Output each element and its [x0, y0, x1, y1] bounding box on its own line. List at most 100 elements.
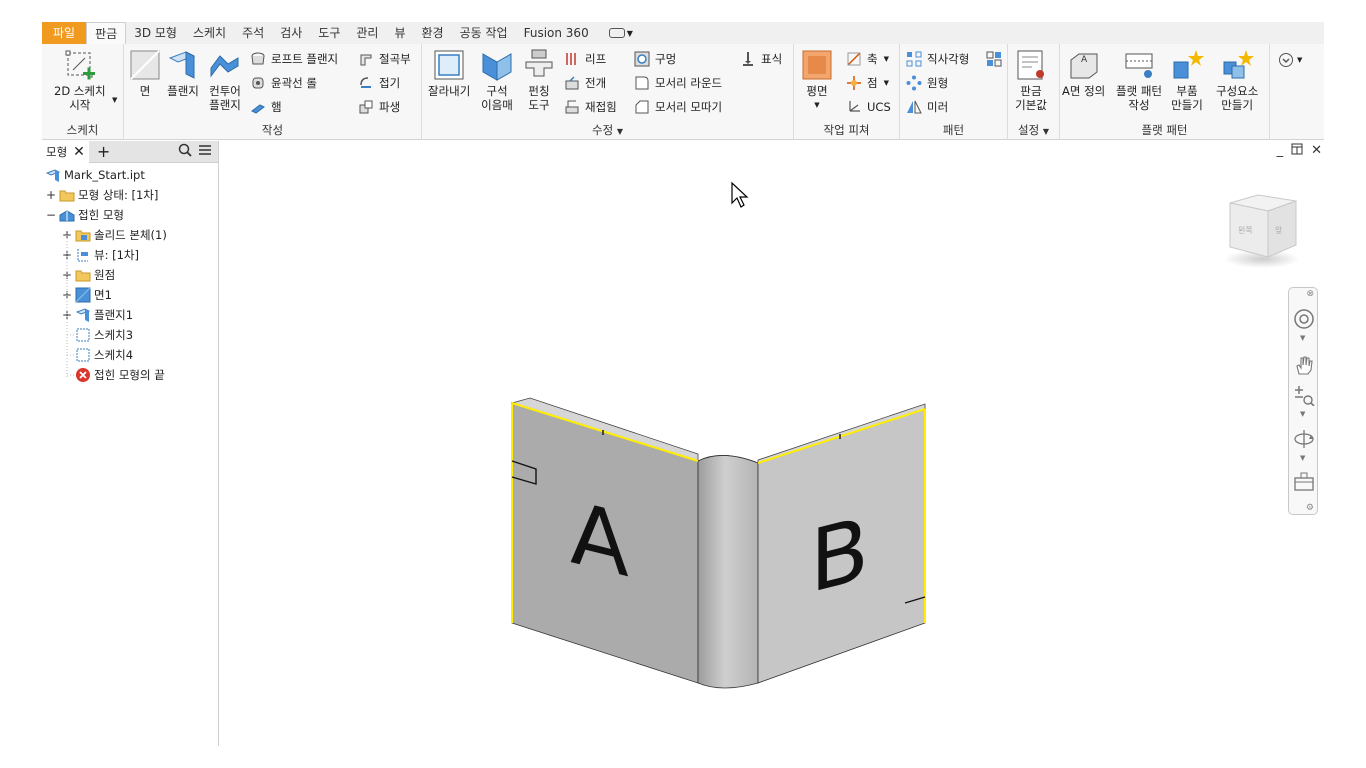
chevron-down-icon: ▼ [1297, 56, 1303, 64]
cut-button[interactable]: 잘라내기 [428, 48, 470, 98]
chevron-down-icon[interactable]: ▼ [1300, 410, 1305, 418]
tab-sketch[interactable]: 스케치 [185, 22, 234, 44]
mark-label: 표식 [761, 52, 783, 66]
circle-chevron-icon [1279, 53, 1293, 67]
tab-view[interactable]: 뷰 [386, 22, 413, 44]
tab-tools[interactable]: 도구 [310, 22, 348, 44]
sheet-metal-model[interactable]: A B [470, 371, 970, 701]
chevron-down-icon: ▼ [814, 101, 820, 109]
mark-button[interactable]: 표식 [740, 49, 782, 69]
setup-panel-title-text: 설정 [1018, 123, 1040, 137]
modify-panel: 잘라내기 구석 이음매 펀칭 도구 리프 전개 재접힘 구멍 모서리 라운드 모… [422, 44, 794, 140]
tab-environments[interactable]: 환경 [414, 22, 452, 44]
restore-icon[interactable] [1291, 143, 1303, 159]
make-part-label: 부품 만들기 [1171, 84, 1203, 112]
make-part-button[interactable]: 부품 만들기 [1170, 48, 1204, 112]
chevron-down-icon: ▼ [883, 79, 889, 87]
make-components-button[interactable]: 구성요소 만들기 [1216, 48, 1258, 112]
a-side-button[interactable]: A A면 정의 [1062, 48, 1105, 98]
orbit-button[interactable] [1293, 428, 1315, 450]
unfold-button[interactable]: 전개 [564, 73, 606, 93]
corner-seam-button[interactable]: 구석 이음매 [480, 48, 514, 112]
circular-pattern-icon [906, 75, 922, 91]
start-2d-sketch-button[interactable]: 2D 스케치 시작 [54, 48, 106, 112]
ribbon-display-toggle[interactable]: ▼ [597, 28, 639, 38]
fold-button[interactable]: 접기 [358, 73, 400, 93]
rip-icon [564, 51, 580, 67]
pattern-extra-button[interactable] [986, 49, 1007, 69]
circular-pattern-button[interactable]: 원형 [906, 73, 948, 93]
tab-inspect[interactable]: 검사 [272, 22, 310, 44]
tab-collaborate[interactable]: 공동 작업 [452, 22, 516, 44]
contour-flange-button[interactable]: 컨투어 플랜지 [208, 48, 242, 112]
flange-button[interactable]: 플랜지 [166, 48, 200, 98]
mouse-cursor-icon [731, 181, 749, 208]
derive-label: 파생 [379, 100, 401, 114]
axis-button[interactable]: 축 ▼ [846, 49, 889, 69]
viewcube-front-label: 앞 [1275, 225, 1283, 235]
lofted-flange-icon [250, 51, 266, 67]
setup-panel-title[interactable]: 설정 ▼ [1008, 122, 1059, 138]
tab-3d-model[interactable]: 3D 모형 [126, 22, 185, 44]
face-button[interactable]: 면 [128, 48, 162, 98]
look-at-button[interactable] [1293, 470, 1315, 492]
rip-button[interactable]: 리프 [564, 49, 606, 69]
tab-sheet-metal[interactable]: 판금 [86, 22, 127, 44]
ribbon-options-button[interactable]: ▼ [1278, 52, 1302, 68]
pattern-panel: 직사각형 원형 미러 패턴 [900, 44, 1008, 140]
settings-icon[interactable]: ⚙ [1306, 503, 1314, 513]
tab-annotate[interactable]: 주석 [234, 22, 272, 44]
menu-icon[interactable] [198, 144, 212, 159]
close-icon[interactable]: ⊗ [1306, 289, 1314, 299]
chevron-down-icon[interactable]: ▼ [112, 96, 117, 104]
sheet-metal-defaults-button[interactable]: 판금 기본값 [1014, 48, 1048, 112]
look-at-icon [1294, 472, 1314, 491]
mark-icon [740, 51, 756, 67]
create-flat-pattern-button[interactable]: 플랫 패턴 작성 [1116, 48, 1162, 112]
steering-wheel-button[interactable] [1293, 308, 1315, 330]
view-cube[interactable]: 왼쪽 앞 [1220, 191, 1304, 271]
axis-icon [846, 51, 862, 67]
refold-button[interactable]: 재접힘 [564, 97, 617, 117]
add-tab-icon[interactable]: + [97, 142, 110, 161]
minimize-icon[interactable]: _ [1277, 143, 1284, 159]
point-button[interactable]: 점 ▼ [846, 73, 889, 93]
tree-item-label: 접힌 모형의 끝 [94, 368, 165, 382]
a-side-label: A면 정의 [1062, 84, 1106, 98]
close-icon[interactable]: ✕ [73, 144, 85, 160]
corner-round-icon [634, 75, 650, 91]
zoom-button[interactable] [1293, 384, 1315, 407]
rectangular-pattern-button[interactable]: 직사각형 [906, 49, 969, 69]
pan-button[interactable] [1293, 354, 1315, 376]
contour-roll-button[interactable]: 윤곽선 롤 [250, 73, 317, 93]
plane-button[interactable]: 평면 ▼ [800, 48, 834, 112]
chevron-down-icon[interactable]: ▼ [1300, 454, 1305, 462]
search-icon[interactable] [178, 143, 192, 160]
derive-icon [358, 99, 374, 115]
graphics-viewport[interactable]: _ ✕ 왼쪽 앞 ⊗ ▼ ▼ ▼ ⚙ A B [220, 141, 1324, 746]
file-tab[interactable]: 파일 [42, 22, 87, 44]
derive-button[interactable]: 파생 [358, 97, 400, 117]
hem-button[interactable]: 햄 [250, 97, 282, 117]
hole-label: 구멍 [655, 52, 677, 66]
close-icon[interactable]: ✕ [1311, 143, 1322, 159]
corner-chamfer-button[interactable]: 모서리 모따기 [634, 97, 722, 117]
chevron-down-icon[interactable]: ▼ [1300, 334, 1305, 342]
svg-text:A: A [1081, 55, 1088, 65]
modify-panel-title[interactable]: 수정 ▼ [422, 122, 793, 138]
rectangular-pattern-icon [906, 51, 922, 67]
sketch-panel: 2D 스케치 시작 ▼ 스케치 [42, 44, 124, 140]
flange-icon [166, 48, 200, 82]
tab-manage[interactable]: 관리 [348, 22, 386, 44]
hole-button[interactable]: 구멍 [634, 49, 676, 69]
mirror-button[interactable]: 미러 [906, 97, 948, 117]
ucs-button[interactable]: UCS [846, 97, 891, 117]
tab-fusion-360[interactable]: Fusion 360 [516, 22, 597, 44]
punch-tool-label: 펀칭 도구 [528, 84, 550, 112]
tab-model[interactable]: 모형 ✕ [42, 140, 89, 163]
menu-bar: 파일 판금 3D 모형 스케치 주석 검사 도구 관리 뷰 환경 공동 작업 F… [42, 22, 1324, 44]
punch-tool-button[interactable]: 펀칭 도구 [522, 48, 556, 112]
lofted-flange-button[interactable]: 로프트 플랜지 [250, 49, 338, 69]
bend-button[interactable]: 절곡부 [358, 49, 411, 69]
corner-round-button[interactable]: 모서리 라운드 [634, 73, 722, 93]
